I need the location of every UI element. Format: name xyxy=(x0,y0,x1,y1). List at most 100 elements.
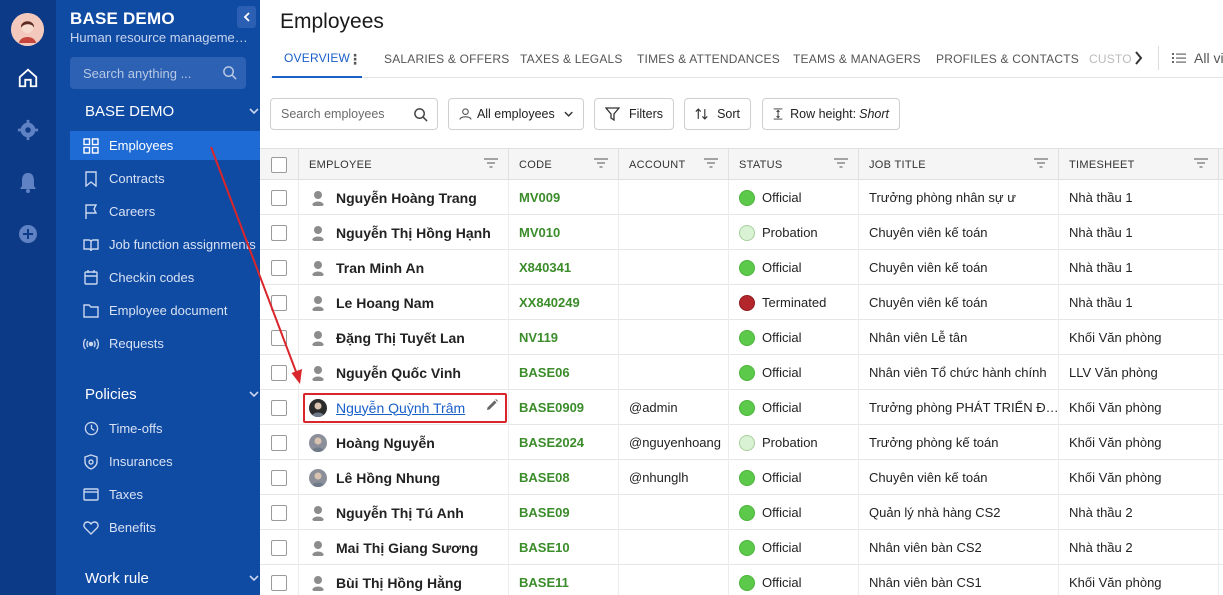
column-filter-icon[interactable] xyxy=(594,158,608,168)
column-filter-icon[interactable] xyxy=(1034,158,1048,168)
employee-name[interactable]: Nguyễn Thị Hồng Hạnh xyxy=(336,225,491,241)
tab-profiles-contacts[interactable]: PROFILES & CONTACTS xyxy=(936,40,1079,78)
sort-button[interactable]: Sort xyxy=(684,98,751,130)
sidebar-item-taxes[interactable]: Taxes xyxy=(70,480,260,509)
table-row[interactable]: Mai Thị Giang Sương BASE10 Official Nhân vi… xyxy=(260,530,1223,565)
employee-cell[interactable]: Nguyễn Thị Tú Anh xyxy=(299,495,509,530)
row-height-button[interactable]: Row height: Short xyxy=(762,98,900,130)
section-work-rule[interactable]: Work rule xyxy=(85,570,259,587)
employee-cell[interactable]: Lê Hồng Nhung xyxy=(299,460,509,495)
more-vertical-icon[interactable]: ⋮ xyxy=(348,51,362,68)
table-row[interactable]: Lê Hồng Nhung BASE08 @nhunglh Official Chuyê… xyxy=(260,460,1223,495)
employee-cell[interactable]: Nguyễn Thị Hồng Hạnh xyxy=(299,215,509,250)
column-filter-icon[interactable] xyxy=(704,158,718,168)
user-avatar[interactable] xyxy=(11,13,44,46)
row-checkbox[interactable] xyxy=(271,364,287,381)
employee-name[interactable]: Tran Minh An xyxy=(336,260,424,276)
employee-name[interactable]: Đặng Thị Tuyết Lan xyxy=(336,330,465,346)
all-employees-dropdown[interactable]: All employees xyxy=(448,98,584,130)
row-checkbox[interactable] xyxy=(271,329,287,346)
employee-name[interactable]: Le Hoang Nam xyxy=(336,295,434,311)
sidebar-item-employees[interactable]: Employees xyxy=(70,131,260,160)
row-checkbox[interactable] xyxy=(271,259,287,276)
gear-icon[interactable] xyxy=(16,118,40,142)
filters-button[interactable]: Filters xyxy=(594,98,674,130)
row-checkbox[interactable] xyxy=(271,434,287,451)
tab-custom[interactable]: CUSTO xyxy=(1089,40,1132,78)
sidebar-item-contracts[interactable]: Contracts xyxy=(70,164,260,193)
code-cell: XX840249 xyxy=(509,285,619,320)
section-base-demo[interactable]: BASE DEMO xyxy=(85,103,259,120)
table-row[interactable]: Nguyễn Thị Tú Anh BASE09 Official Quản lý n… xyxy=(260,495,1223,530)
row-checkbox[interactable] xyxy=(271,224,287,241)
column-account[interactable]: ACCOUNT xyxy=(619,149,729,180)
avatar xyxy=(309,538,327,557)
employee-cell[interactable]: Đặng Thị Tuyết Lan xyxy=(299,320,509,355)
table-row[interactable]: Nguyễn Hoàng Trang MV009 Official Trưởng ph… xyxy=(260,180,1223,215)
sidebar-item-checkin-codes[interactable]: Checkin codes xyxy=(70,263,260,292)
sidebar-item-employee-document[interactable]: Employee document xyxy=(70,296,260,325)
sidebar-item-insurances[interactable]: Insurances xyxy=(70,447,260,476)
row-checkbox[interactable] xyxy=(271,539,287,556)
tabs-scroll-right-button[interactable] xyxy=(1128,48,1148,68)
column-employee[interactable]: EMPLOYEE xyxy=(299,149,509,180)
sidebar-item-job-function[interactable]: Job function assignments xyxy=(70,230,260,259)
tab-teams-managers[interactable]: TEAMS & MANAGERS xyxy=(793,40,921,78)
table-row[interactable]: Bùi Thị Hồng Hằng BASE11 Official Nhân viên… xyxy=(260,565,1223,595)
employee-cell[interactable]: Nguyễn Quốc Vinh xyxy=(299,355,509,390)
employee-cell[interactable]: Bùi Thị Hồng Hằng xyxy=(299,565,509,595)
row-checkbox[interactable] xyxy=(271,574,287,591)
row-checkbox[interactable] xyxy=(271,399,287,416)
tab-salaries-offers[interactable]: SALARIES & OFFERS xyxy=(384,40,509,78)
employee-name[interactable]: Nguyễn Quốc Vinh xyxy=(336,365,461,381)
column-filter-icon[interactable] xyxy=(834,158,848,168)
employee-search[interactable] xyxy=(270,98,438,130)
bell-icon[interactable] xyxy=(16,170,40,194)
table-row[interactable]: Đặng Thị Tuyết Lan NV119 Official Nhân viên… xyxy=(260,320,1223,355)
column-filter-icon[interactable] xyxy=(1194,158,1208,168)
employee-cell[interactable]: Le Hoang Nam xyxy=(299,285,509,320)
column-filter-icon[interactable] xyxy=(484,158,498,168)
tab-times-attendances[interactable]: TIMES & ATTENDANCES xyxy=(637,40,780,78)
row-checkbox[interactable] xyxy=(271,504,287,521)
timesheet-cell: Nhà thầu 2 xyxy=(1059,495,1219,530)
row-checkbox[interactable] xyxy=(271,189,287,206)
employee-name[interactable]: Nguyễn Thị Tú Anh xyxy=(336,505,464,521)
employee-name[interactable]: Mai Thị Giang Sương xyxy=(336,540,478,556)
table-row[interactable]: Nguyễn Thị Hồng Hạnh MV010 Probation Chuyên… xyxy=(260,215,1223,250)
table-row[interactable]: Tran Minh An X840341 Official Chuyên viên k… xyxy=(260,250,1223,285)
job-title-cell: Nhân viên bàn CS1 xyxy=(859,565,1059,595)
employee-cell[interactable]: Tran Minh An xyxy=(299,250,509,285)
sidebar-item-time-offs[interactable]: Time-offs xyxy=(70,414,260,443)
row-checkbox[interactable] xyxy=(271,294,287,311)
add-circle-icon[interactable] xyxy=(16,222,40,246)
home-icon[interactable] xyxy=(16,66,40,90)
select-all-checkbox[interactable] xyxy=(271,156,287,173)
table-row[interactable]: Hoàng Nguyễn BASE2024 @nguyenhoang Probatio… xyxy=(260,425,1223,460)
all-views-button[interactable]: All vi xyxy=(1172,50,1223,66)
section-policies[interactable]: Policies xyxy=(85,386,259,403)
employee-name[interactable]: Hoàng Nguyễn xyxy=(336,435,435,451)
tab-taxes-legals[interactable]: TAXES & LEGALS xyxy=(520,40,623,78)
column-status[interactable]: STATUS xyxy=(729,149,859,180)
employee-name[interactable]: Lê Hồng Nhung xyxy=(336,470,440,486)
table-row[interactable]: Nguyễn Quốc Vinh BASE06 Official Nhân viên … xyxy=(260,355,1223,390)
column-job-title[interactable]: JOB TITLE xyxy=(859,149,1059,180)
sidebar-item-benefits[interactable]: Benefits xyxy=(70,513,260,542)
column-timesheet[interactable]: TIMESHEET xyxy=(1059,149,1219,180)
sidebar-item-careers[interactable]: Careers xyxy=(70,197,260,226)
edit-pencil-icon[interactable] xyxy=(485,398,499,412)
employee-name[interactable]: Bùi Thị Hồng Hằng xyxy=(336,575,462,591)
sidebar-search-input[interactable] xyxy=(70,57,215,89)
sidebar-search[interactable] xyxy=(70,57,246,89)
table-row[interactable]: Le Hoang Nam XX840249 Terminated Chuyên viê… xyxy=(260,285,1223,320)
employee-cell[interactable]: Nguyễn Hoàng Trang xyxy=(299,180,509,215)
sidebar-item-requests[interactable]: Requests xyxy=(70,329,260,358)
employee-name[interactable]: Nguyễn Hoàng Trang xyxy=(336,190,477,206)
column-code[interactable]: CODE xyxy=(509,149,619,180)
collapse-sidebar-button[interactable] xyxy=(237,6,256,28)
employee-search-input[interactable] xyxy=(281,107,411,121)
employee-cell[interactable]: Hoàng Nguyễn xyxy=(299,425,509,460)
employee-cell[interactable]: Mai Thị Giang Sương xyxy=(299,530,509,565)
row-checkbox[interactable] xyxy=(271,469,287,486)
